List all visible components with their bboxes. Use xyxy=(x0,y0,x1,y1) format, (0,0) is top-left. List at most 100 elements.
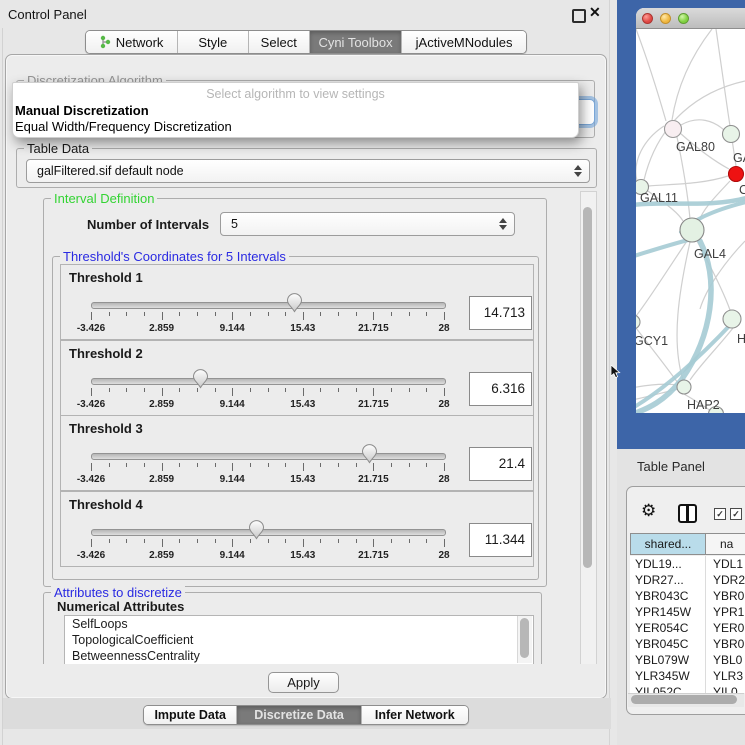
network-node-label: C xyxy=(739,183,745,197)
cell-name[interactable]: YDR2 xyxy=(705,572,745,588)
threshold-label: Threshold 4 xyxy=(69,497,143,512)
checkbox-icon-2[interactable]: ✓ xyxy=(730,508,742,520)
checkbox-icon-1[interactable]: ✓ xyxy=(714,508,726,520)
column-header-name[interactable]: na xyxy=(706,533,745,555)
threshold-slider-thumb[interactable] xyxy=(248,520,265,540)
cell-shared-name[interactable]: YBL079W xyxy=(630,652,705,668)
table-row[interactable]: YPR145W YPR1 xyxy=(630,604,745,620)
numerical-attributes-list[interactable]: SelfLoopsTopologicalCoefficientBetweenne… xyxy=(64,615,534,666)
column-header-shared-name[interactable]: shared... xyxy=(630,533,706,555)
gear-icon[interactable]: ⚙ xyxy=(641,501,656,521)
float-window-icon[interactable] xyxy=(572,9,586,23)
network-canvas[interactable]: GAL80GACGAL11GAL4GCY1HHAP2 xyxy=(636,29,745,413)
network-node[interactable] xyxy=(677,380,691,394)
slider-tick xyxy=(126,312,127,316)
tab-style[interactable]: Style xyxy=(178,31,248,53)
table-row[interactable]: YBR043C YBR0 xyxy=(630,588,745,604)
threshold-slider-track[interactable] xyxy=(91,453,446,460)
table-row[interactable]: YIL052C YIL0 xyxy=(630,684,745,693)
cell-shared-name[interactable]: YPR145W xyxy=(630,604,705,620)
table-hscrollbar-thumb[interactable] xyxy=(631,695,737,704)
threshold-value-field[interactable]: 14.713 xyxy=(469,296,532,330)
threshold-panel-1: Threshold 1 -3.4262.8599.14415.4321.7152… xyxy=(60,264,534,340)
cell-shared-name[interactable]: YER054C xyxy=(630,620,705,636)
tab-select[interactable]: Select xyxy=(249,31,310,53)
threshold-slider-thumb[interactable] xyxy=(286,293,303,313)
content-scrollbar-thumb[interactable] xyxy=(583,207,592,568)
cell-name[interactable]: YBR0 xyxy=(705,588,744,604)
cell-name[interactable]: YLR3 xyxy=(705,668,743,684)
tab-infer-network[interactable]: Infer Network xyxy=(362,706,468,724)
cell-name[interactable]: YPR1 xyxy=(705,604,744,620)
network-window-titlebar[interactable] xyxy=(636,8,745,29)
slider-tick xyxy=(320,388,321,392)
slider-tick xyxy=(197,539,198,543)
table-data-combobox[interactable]: galFiltered.sif default node xyxy=(26,159,590,183)
network-node[interactable] xyxy=(680,218,704,242)
close-icon[interactable]: ✕ xyxy=(589,4,601,21)
close-traffic-light-icon[interactable] xyxy=(642,13,653,24)
menu-item-equal-width-frequency[interactable]: Equal Width/Frequency Discretization xyxy=(15,119,232,134)
slider-tick xyxy=(144,388,145,392)
network-view-window[interactable]: GAL80GACGAL11GAL4GCY1HHAP2 xyxy=(636,8,745,413)
slider-tick xyxy=(285,388,286,392)
table-row[interactable]: YLR345W YLR3 xyxy=(630,668,745,684)
threshold-slider-track[interactable] xyxy=(91,378,446,385)
minimize-traffic-light-icon[interactable] xyxy=(660,13,671,24)
threshold-value-field[interactable]: 6.316 xyxy=(469,372,532,406)
threshold-slider-track[interactable] xyxy=(91,529,446,536)
cell-shared-name[interactable]: YDR27... xyxy=(630,572,705,588)
attribute-list-item[interactable]: TopologicalCoefficient xyxy=(65,632,533,648)
slider-tick xyxy=(232,388,233,396)
table-body[interactable]: YDL19... YDL1YDR27... YDR2YBR043C YBR0YP… xyxy=(630,556,745,693)
cell-name[interactable]: YBR0 xyxy=(705,636,744,652)
network-node[interactable] xyxy=(723,310,741,328)
tab-jactivemnodules[interactable]: jActiveMNodules xyxy=(402,31,526,53)
slider-tick-label: 2.859 xyxy=(134,550,190,561)
network-node[interactable] xyxy=(729,167,744,182)
cell-name[interactable]: YIL0 xyxy=(705,684,738,693)
slider-tick-label: 2.859 xyxy=(134,474,190,485)
cell-name[interactable]: YDL1 xyxy=(705,556,743,572)
number-of-intervals-spinner[interactable]: 5 xyxy=(220,212,515,236)
table-row[interactable]: YER054C YER0 xyxy=(630,620,745,636)
slider-tick xyxy=(268,388,269,392)
network-node[interactable] xyxy=(665,121,682,138)
attributes-scrollbar-thumb[interactable] xyxy=(520,618,529,658)
threshold-value-field[interactable]: 11.344 xyxy=(469,523,532,557)
cell-shared-name[interactable]: YBR043C xyxy=(630,588,705,604)
attribute-list-item[interactable]: BetweennessCentrality xyxy=(65,648,533,664)
slider-tick-label: 15.43 xyxy=(275,474,331,485)
tab-impute-data[interactable]: Impute Data xyxy=(144,706,237,724)
cell-shared-name[interactable]: YIL052C xyxy=(630,684,705,693)
column-layout-icon[interactable] xyxy=(678,504,697,523)
cell-shared-name[interactable]: YLR345W xyxy=(630,668,705,684)
zoom-traffic-light-icon[interactable] xyxy=(678,13,689,24)
network-node[interactable] xyxy=(636,315,640,329)
table-row[interactable]: YBR045C YBR0 xyxy=(630,636,745,652)
tab-network[interactable]: Network xyxy=(86,31,178,53)
slider-tick-label: 15.43 xyxy=(275,550,331,561)
threshold-panel-2: Threshold 2 -3.4262.8599.14415.4321.7152… xyxy=(60,340,534,416)
slider-tick xyxy=(285,539,286,543)
table-row[interactable]: YDR27... YDR2 xyxy=(630,572,745,588)
cell-name[interactable]: YER0 xyxy=(705,620,744,636)
menu-item-manual-discretization[interactable]: Manual Discretization xyxy=(15,103,149,118)
threshold-slider-thumb[interactable] xyxy=(361,444,378,464)
network-node[interactable] xyxy=(723,126,740,143)
threshold-label: Threshold 3 xyxy=(69,421,143,436)
slider-tick-label: 28 xyxy=(416,399,472,410)
threshold-slider-track[interactable] xyxy=(91,302,446,309)
cell-shared-name[interactable]: YBR045C xyxy=(630,636,705,652)
apply-button[interactable]: Apply xyxy=(268,672,339,693)
cell-name[interactable]: YBL0 xyxy=(705,652,742,668)
attribute-list-item[interactable]: SelfLoops xyxy=(65,616,533,632)
cell-shared-name[interactable]: YDL19... xyxy=(630,556,705,572)
table-row[interactable]: YDL19... YDL1 xyxy=(630,556,745,572)
table-row[interactable]: YBL079W YBL0 xyxy=(630,652,745,668)
threshold-value-field[interactable]: 21.4 xyxy=(469,447,532,481)
slider-tick xyxy=(197,312,198,316)
tab-discretize-data[interactable]: Discretize Data xyxy=(237,706,361,724)
threshold-slider-thumb[interactable] xyxy=(192,369,209,389)
tab-cyni-toolbox[interactable]: Cyni Toolbox xyxy=(310,31,402,53)
